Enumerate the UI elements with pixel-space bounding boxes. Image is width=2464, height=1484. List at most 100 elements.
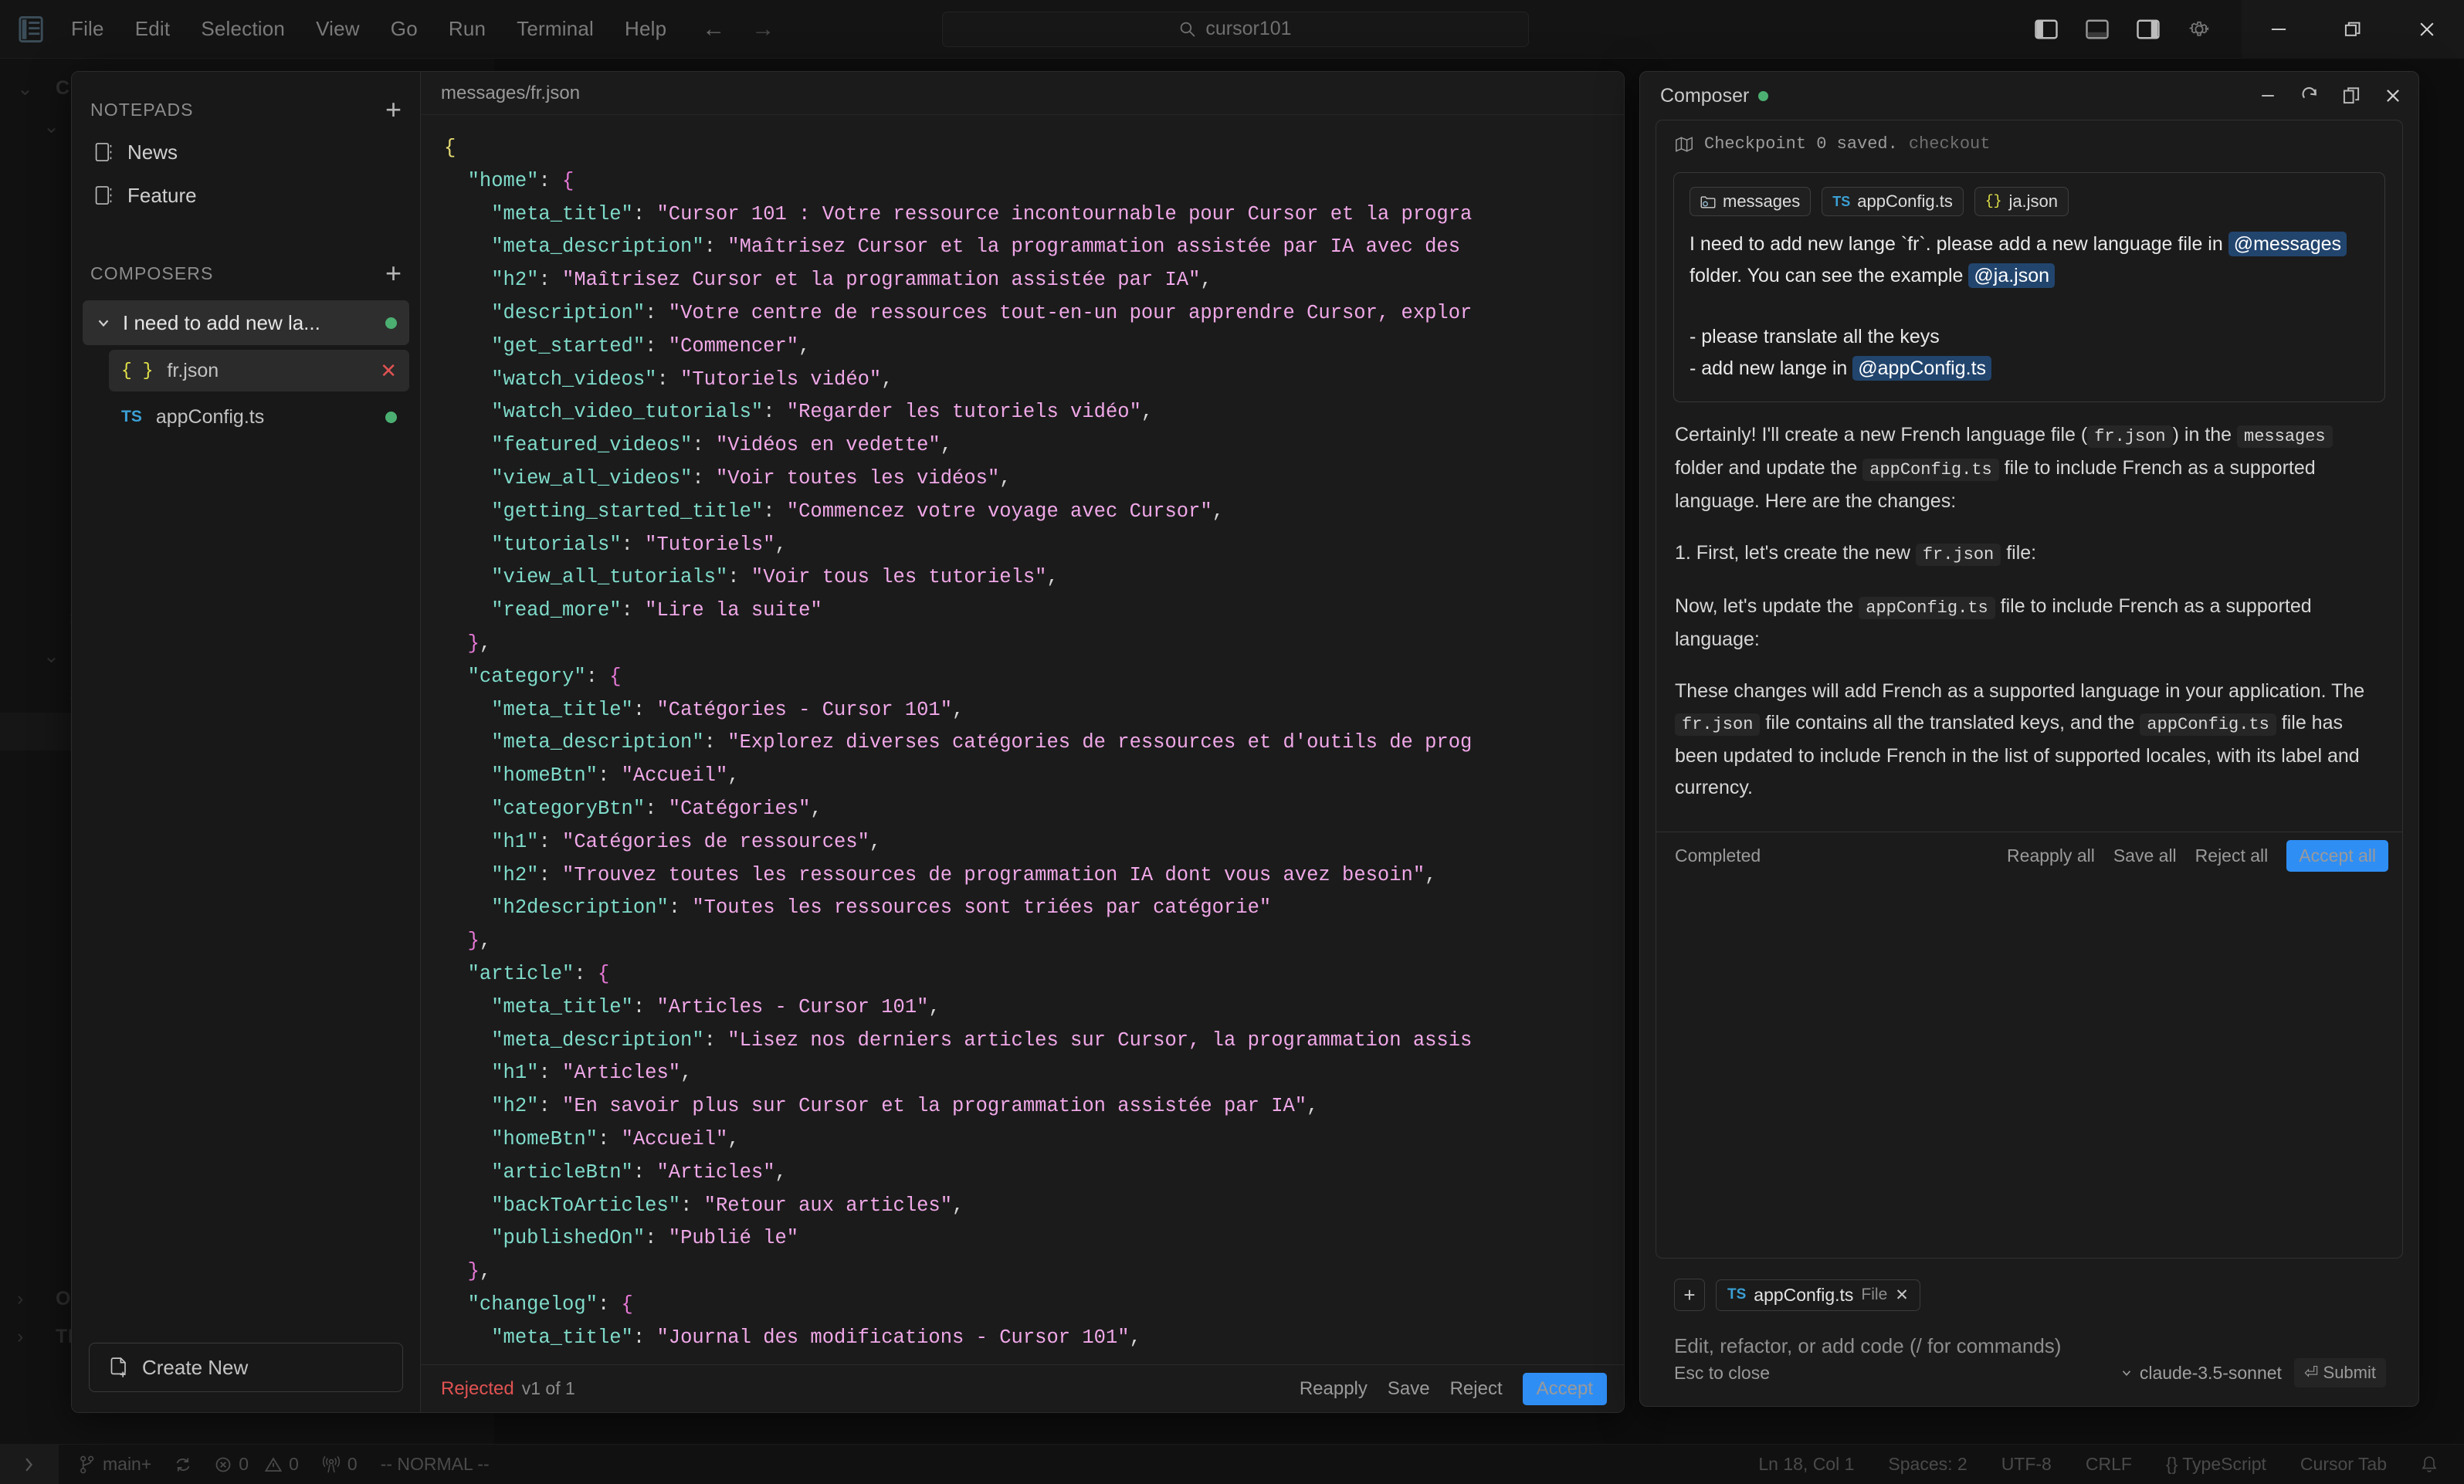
menu-item-edit[interactable]: Edit: [135, 17, 171, 41]
checkout-link[interactable]: checkout: [1909, 134, 1991, 154]
status-sync[interactable]: [175, 1456, 191, 1473]
user-message-bullet-1: - please translate all the keys: [1690, 326, 1940, 347]
menu-item-selection[interactable]: Selection: [201, 17, 285, 41]
editor-code-area[interactable]: { "home": { "meta_title": "Cursor 101 : …: [421, 115, 1624, 1364]
mention-appconfig[interactable]: @appConfig.ts: [1852, 356, 1992, 381]
reapply-button[interactable]: Reapply: [1300, 1378, 1368, 1400]
nav-forward-icon[interactable]: →: [751, 16, 774, 42]
enter-key-icon: ⏎: [2303, 1363, 2319, 1382]
minimize-icon[interactable]: [2258, 86, 2278, 106]
menu-item-file[interactable]: File: [71, 17, 104, 41]
close-icon[interactable]: ✕: [1895, 1286, 1909, 1305]
gear-icon[interactable]: [2188, 18, 2211, 41]
accept-all-button[interactable]: Accept all: [2286, 840, 2388, 872]
context-chip-jajson[interactable]: {} ja.json: [1974, 187, 2069, 216]
notepad-item-feature[interactable]: Feature: [83, 174, 409, 217]
reject-button[interactable]: Reject: [1450, 1378, 1503, 1400]
composer-file-fr-json[interactable]: { } fr.json ✕: [109, 350, 409, 391]
checkpoint-row: Checkpoint 0 saved. checkout: [1656, 120, 2402, 161]
chevron-down-icon[interactable]: [95, 314, 112, 331]
context-file-name: appConfig.ts: [1754, 1284, 1854, 1305]
save-button[interactable]: Save: [1388, 1378, 1430, 1400]
notepads-sidebar: NOTEPADS + News Feature COMPOSERS + I ne…: [72, 72, 421, 1412]
remote-window-icon[interactable]: [0, 1444, 59, 1484]
notepad-item-label: News: [127, 140, 178, 164]
code-line: "watch_video_tutorials": "Regarder les t…: [491, 401, 1154, 424]
restore-icon[interactable]: [2316, 0, 2390, 59]
composer-file-appconfig-ts[interactable]: TS appConfig.ts: [109, 396, 409, 438]
context-chip-label: appConfig.ts: [1857, 191, 1953, 211]
status-cursor-position[interactable]: Ln 18, Col 1: [1758, 1454, 1854, 1475]
refresh-icon[interactable]: [2300, 86, 2320, 106]
split-view-icon[interactable]: [2341, 86, 2361, 106]
code-line: "meta_title": "Journal des modifications…: [491, 1326, 1141, 1349]
model-selector[interactable]: claude-3.5-sonnet: [2120, 1363, 2282, 1384]
bell-icon[interactable]: [2421, 1455, 2438, 1474]
user-message-box: messages TS appConfig.ts {} ja.json I ne…: [1673, 172, 2385, 402]
notepads-section-label: NOTEPADS: [90, 99, 194, 120]
toggle-primary-sidebar-icon[interactable]: [2035, 19, 2058, 39]
notepads-modal: NOTEPADS + News Feature COMPOSERS + I ne…: [71, 71, 1625, 1413]
status-radio-count: 0: [347, 1454, 358, 1474]
search-input[interactable]: cursor101: [942, 11, 1529, 47]
save-all-button[interactable]: Save all: [2113, 845, 2177, 866]
notepad-item-news[interactable]: News: [83, 130, 409, 174]
minimize-icon[interactable]: [2242, 0, 2316, 59]
reject-all-button[interactable]: Reject all: [2195, 845, 2269, 866]
status-warnings-count: 0: [289, 1454, 299, 1474]
window-controls[interactable]: [2242, 0, 2464, 59]
mention-jajson[interactable]: @ja.json: [1968, 263, 2056, 288]
status-errors[interactable]: 0 0: [215, 1454, 299, 1475]
status-encoding[interactable]: UTF-8: [2001, 1454, 2052, 1475]
inline-code-appconfig: appConfig.ts: [1862, 459, 1999, 481]
status-language-mode[interactable]: {} TypeScript: [2166, 1454, 2266, 1475]
reply-text: These changes will add French as a suppo…: [1675, 680, 2365, 702]
status-branch[interactable]: main+: [79, 1454, 151, 1475]
typescript-icon: TS: [121, 408, 142, 425]
status-radio-tower[interactable]: 0: [322, 1454, 358, 1475]
menu-item-view[interactable]: View: [316, 17, 360, 41]
code-line: "article": {: [467, 962, 610, 985]
context-file-appconfig[interactable]: TS appConfig.ts File ✕: [1716, 1279, 1920, 1311]
mention-messages[interactable]: @messages: [2228, 232, 2347, 256]
menu-item-run[interactable]: Run: [449, 17, 486, 41]
status-eol[interactable]: CRLF: [2086, 1454, 2132, 1475]
context-chip-appconfig[interactable]: TS appConfig.ts: [1822, 187, 1964, 216]
composer-panel: Composer Checkpoint 0 saved. checkout me…: [1639, 71, 2419, 1407]
context-chip-label: messages: [1723, 191, 1801, 211]
menu-bar[interactable]: File Edit Selection View Go Run Terminal…: [71, 17, 666, 41]
status-indentation[interactable]: Spaces: 2: [1888, 1454, 1967, 1475]
reapply-all-button[interactable]: Reapply all: [2007, 845, 2095, 866]
close-icon[interactable]: [2390, 0, 2464, 59]
menu-item-help[interactable]: Help: [625, 17, 666, 41]
code-line: "meta_title": "Articles - Cursor 101",: [491, 995, 941, 1018]
toggle-secondary-sidebar-icon[interactable]: [2137, 19, 2160, 39]
inline-code-frjson: fr.json: [2087, 425, 2173, 448]
add-composer-button[interactable]: +: [385, 259, 402, 287]
notepads-section-header: NOTEPADS +: [72, 89, 420, 130]
composer-context-row: + TS appConfig.ts File ✕: [1674, 1279, 2384, 1311]
menu-item-go[interactable]: Go: [391, 17, 418, 41]
composer-prompt-input[interactable]: Edit, refactor, or add code (/ for comma…: [1674, 1334, 2384, 1358]
status-cursor-tab[interactable]: Cursor Tab: [2300, 1454, 2387, 1475]
user-message-bullet-2: - add new lange in: [1690, 357, 1853, 379]
nav-back-icon[interactable]: ←: [702, 16, 725, 42]
add-context-button[interactable]: +: [1674, 1279, 1705, 1311]
context-chip-messages[interactable]: messages: [1690, 187, 1812, 216]
menu-item-terminal[interactable]: Terminal: [517, 17, 594, 41]
composer-item-active[interactable]: I need to add new la...: [83, 300, 409, 345]
inline-code-messages: messages: [2237, 425, 2333, 448]
submit-button[interactable]: ⏎ Submit: [2293, 1358, 2386, 1387]
status-dot: [385, 317, 397, 329]
titlebar-right: [2035, 0, 2464, 59]
close-icon[interactable]: ✕: [380, 359, 397, 383]
folder-icon: [1700, 195, 1716, 208]
create-new-button[interactable]: Create New: [89, 1343, 403, 1392]
toggle-panel-icon[interactable]: [2086, 19, 2109, 39]
composers-section-label: COMPOSERS: [90, 263, 214, 283]
composer-file-label: fr.json: [167, 359, 219, 381]
close-icon[interactable]: [2383, 86, 2403, 106]
accept-button[interactable]: Accept: [1522, 1372, 1607, 1405]
typescript-icon: TS: [1832, 193, 1851, 209]
add-notepad-button[interactable]: +: [385, 96, 402, 124]
